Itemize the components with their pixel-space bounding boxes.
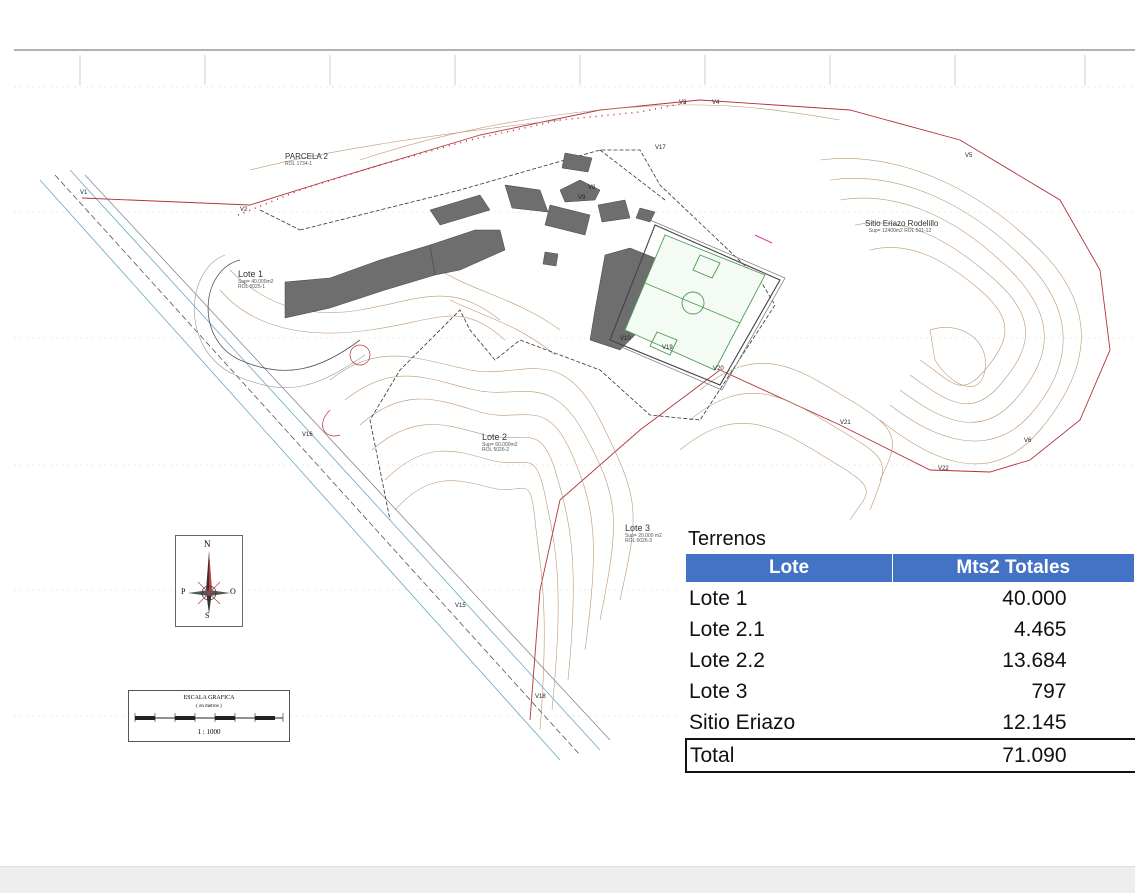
- mts2-cell: 12.145: [1002, 710, 1067, 734]
- table-row: Lote 2.2 13.684: [686, 645, 1135, 676]
- parcel-label: Lote 3 Sup= 20.000 m2 ROL 5026-3: [625, 523, 662, 545]
- vertex-label: V10: [620, 336, 631, 342]
- lote-cell: Lote 2.2: [689, 648, 765, 672]
- vertex-label: V4: [712, 100, 720, 106]
- vertex-label: V8: [588, 185, 596, 191]
- vertex-label: V3: [679, 100, 687, 106]
- scale-title: ESCALA GRAFICA: [183, 695, 235, 701]
- vertex-label: V9: [578, 195, 586, 201]
- table-row: Sitio Eriazo 12.145: [686, 707, 1135, 739]
- total-label: Total: [685, 738, 892, 773]
- column-header-lote: Lote: [685, 553, 893, 583]
- terrenos-table: Lote Mts2 Totales Lote 1 40.000 Lote 2.1…: [685, 553, 1135, 773]
- table-row: Lote 1 40.000: [686, 583, 1135, 615]
- vertex-label: V6: [1024, 438, 1032, 444]
- parcel-label: Lote 1 Sup= 40.000m2 ROL 5025-1: [238, 269, 274, 291]
- vertex-label: V17: [655, 145, 666, 151]
- vertex-label: V18: [535, 694, 546, 700]
- lote-cell: Lote 2.1: [689, 617, 765, 641]
- graphic-scale: ESCALA GRAFICA ( en metros ) 1 : 1000: [128, 690, 290, 742]
- scale-bar: [134, 713, 284, 722]
- vertex-label: V21: [840, 420, 851, 426]
- parcel-label: PARCELA 2 ROL 1734-1: [285, 152, 328, 167]
- mts2-cell: 13.684: [1002, 648, 1067, 672]
- vertex-label: V22: [938, 466, 949, 472]
- building-shapes: [284, 152, 661, 351]
- column-header-mts2: Mts2 Totales: [891, 553, 1135, 583]
- total-value: 71.090: [892, 738, 1135, 773]
- vertex-label: V19: [662, 345, 673, 351]
- mts2-cell: 40.000: [1002, 586, 1067, 610]
- table-total-row: Total 71.090: [685, 738, 1135, 773]
- table-title: Terrenos: [685, 525, 808, 553]
- lote-cell: Sitio Eriazo: [689, 710, 796, 734]
- parcel-label: Lote 2 Sup= 60.000m2 ROL 5026-2: [482, 432, 518, 454]
- vertex-label: V2: [240, 207, 248, 213]
- north-arrow: N S P O: [175, 535, 243, 627]
- vertex-label: V20: [713, 366, 724, 372]
- vertex-label: V15: [455, 603, 466, 609]
- parcel-label: Sitio Eriazo Rodelillo Sup= 12400m2 ROL …: [865, 219, 939, 234]
- terrenos-table-panel: Terrenos Lote Mts2 Totales Lote 1 40.000…: [685, 525, 1135, 773]
- compass-rose-icon: [188, 551, 230, 614]
- table-header-row: Lote Mts2 Totales: [685, 553, 1135, 583]
- lote-cell: Lote 1: [689, 586, 748, 610]
- vertex-label: V16: [302, 432, 313, 438]
- table-row: Lote 2.1 4.465: [686, 614, 1135, 645]
- scale-units: ( en metros ): [196, 704, 222, 709]
- bottom-bar: [0, 866, 1135, 893]
- table-row: Lote 3 797: [686, 676, 1135, 707]
- lote-cell: Lote 3: [689, 679, 748, 703]
- vertex-label: V5: [965, 153, 973, 159]
- scale-ratio: 1 : 1000: [197, 728, 221, 736]
- mts2-cell: 797: [1031, 679, 1067, 703]
- mts2-cell: 4.465: [1013, 617, 1067, 641]
- vertex-label: V1: [80, 190, 88, 196]
